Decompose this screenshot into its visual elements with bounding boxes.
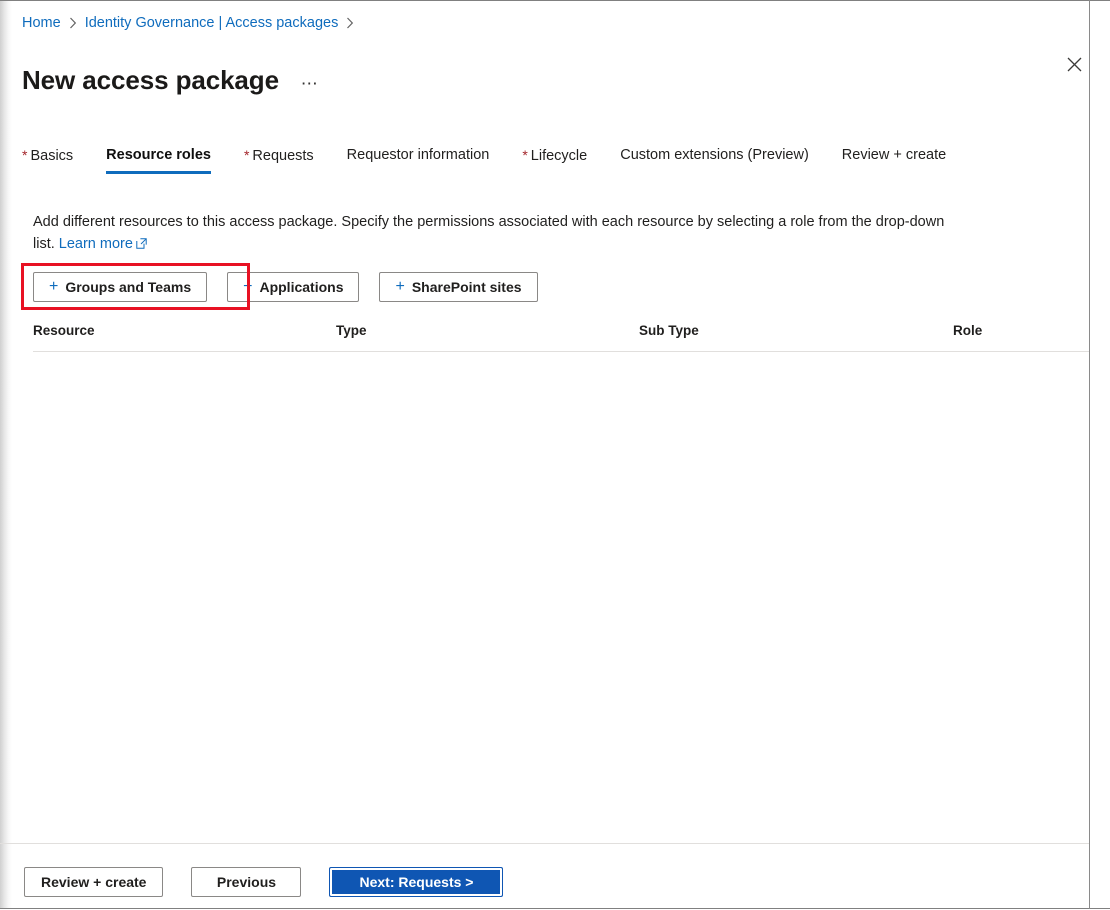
column-header-type: Type bbox=[336, 322, 367, 338]
tab-requests[interactable]: * Requests bbox=[244, 145, 314, 175]
learn-more-link[interactable]: Learn more bbox=[59, 236, 147, 252]
window-bottom-border bbox=[0, 908, 1110, 909]
chevron-right-icon bbox=[69, 17, 77, 29]
tab-lifecycle[interactable]: * Lifecycle bbox=[522, 145, 587, 175]
tab-label: Custom extensions (Preview) bbox=[620, 147, 809, 163]
tab-label: Lifecycle bbox=[530, 148, 588, 164]
page-title: New access package bbox=[22, 65, 279, 96]
description-body: Add different resources to this access p… bbox=[33, 213, 945, 252]
add-button-label: Groups and Teams bbox=[65, 279, 192, 295]
description-text: Add different resources to this access p… bbox=[33, 211, 953, 256]
tab-label: Requests bbox=[252, 148, 314, 164]
learn-more-label: Learn more bbox=[58, 235, 133, 252]
tab-label: Resource roles bbox=[106, 147, 211, 163]
plus-icon: + bbox=[49, 277, 59, 295]
resources-table: Resource Type Sub Type Role bbox=[33, 317, 1089, 832]
tab-review-create[interactable]: Review + create bbox=[842, 145, 946, 174]
external-link-icon bbox=[136, 234, 147, 256]
column-header-resource: Resource bbox=[33, 322, 95, 338]
table-body-empty bbox=[33, 352, 1089, 832]
plus-icon: + bbox=[395, 277, 405, 295]
new-access-package-blade: Home Identity Governance | Access packag… bbox=[0, 1, 1089, 908]
add-button-label: SharePoint sites bbox=[411, 279, 522, 295]
add-button-label: Applications bbox=[259, 279, 344, 295]
required-indicator-icon: * bbox=[22, 147, 28, 163]
plus-icon: + bbox=[243, 277, 253, 295]
column-header-sub-type: Sub Type bbox=[639, 322, 699, 338]
footer-divider bbox=[0, 843, 1089, 844]
chevron-right-icon bbox=[346, 17, 354, 29]
next-requests-button[interactable]: Next: Requests > bbox=[329, 867, 504, 897]
add-sharepoint-sites-button[interactable]: + SharePoint sites bbox=[379, 272, 538, 302]
window-right-border bbox=[1089, 0, 1090, 909]
breadcrumb-item-home[interactable]: Home bbox=[22, 14, 61, 32]
add-resource-buttons: + Groups and Teams + Applications + SharePo… bbox=[33, 272, 538, 302]
required-indicator-icon: * bbox=[243, 147, 250, 163]
add-groups-and-teams-button[interactable]: + Groups and Teams bbox=[33, 272, 208, 302]
column-header-role: Role bbox=[953, 322, 983, 338]
tab-requestor-information[interactable]: Requestor information bbox=[347, 145, 490, 174]
tab-resource-roles[interactable]: Resource roles bbox=[106, 145, 211, 174]
breadcrumb-item-identity-governance-access-packages[interactable]: Identity Governance | Access packages bbox=[85, 14, 339, 32]
breadcrumb: Home Identity Governance | Access packag… bbox=[22, 14, 362, 32]
tab-label: Basics bbox=[30, 148, 74, 164]
wizard-tabs: * Basics Resource roles * Requests Request… bbox=[22, 145, 979, 179]
tab-label: Review + create bbox=[841, 147, 947, 163]
add-applications-button[interactable]: + Applications bbox=[227, 272, 360, 302]
more-options-icon[interactable]: ⋯ bbox=[297, 71, 323, 97]
previous-button[interactable]: Previous bbox=[191, 867, 302, 897]
review-create-button[interactable]: Review + create bbox=[24, 867, 164, 897]
azure-portal-blade-screenshot: Home Identity Governance | Access packag… bbox=[0, 0, 1110, 910]
table-header-row: Resource Type Sub Type Role bbox=[33, 317, 1089, 352]
close-icon[interactable] bbox=[1058, 49, 1090, 79]
tab-basics[interactable]: * Basics bbox=[22, 145, 73, 175]
wizard-footer: Review + create Previous Next: Requests … bbox=[24, 867, 504, 897]
tab-custom-extensions-preview[interactable]: Custom extensions (Preview) bbox=[620, 145, 809, 174]
tab-label: Requestor information bbox=[346, 147, 490, 163]
required-indicator-icon: * bbox=[522, 147, 528, 163]
title-row: New access package ⋯ bbox=[22, 47, 323, 114]
